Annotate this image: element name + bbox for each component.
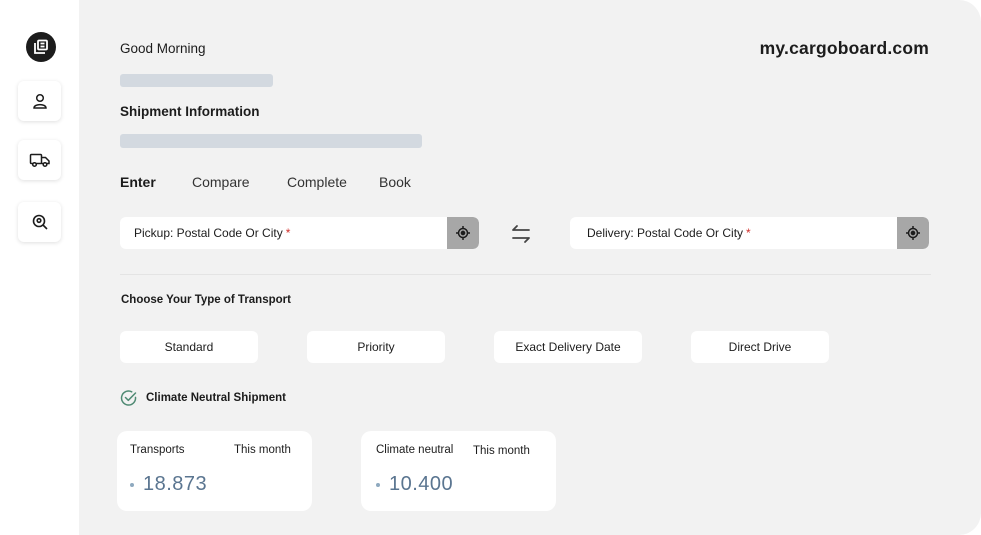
section-title: Shipment Information [120, 104, 260, 119]
divider [120, 274, 931, 275]
delivery-label: Delivery: Postal Code Or City [587, 226, 744, 240]
user-icon [32, 93, 47, 109]
required-mark: * [746, 226, 751, 240]
step-complete[interactable]: Complete [287, 174, 347, 190]
step-book[interactable]: Book [379, 174, 411, 190]
sidebar-item-profile[interactable] [18, 81, 61, 121]
stat-value: 10.400 [376, 473, 453, 496]
climate-neutral-toggle[interactable]: Climate Neutral Shipment [120, 389, 286, 407]
pickup-field[interactable]: Pickup: Postal Code Or City * [120, 217, 479, 249]
transport-title: Choose Your Type of Transport [121, 294, 291, 306]
sidebar-item-track[interactable] [18, 202, 61, 242]
stat-value-text: 10.400 [389, 473, 454, 495]
stat-period: This month [473, 445, 530, 457]
placeholder-bar [120, 134, 422, 148]
bullet-dot [376, 482, 380, 487]
transport-option-priority[interactable]: Priority [307, 331, 445, 363]
stat-label: Transports [130, 444, 185, 456]
stat-value: 18.873 [130, 473, 207, 496]
swap-arrows-icon[interactable] [510, 222, 532, 251]
delivery-locate-button[interactable] [897, 217, 929, 249]
required-mark: * [285, 226, 291, 240]
climate-neutral-label: Climate Neutral Shipment [146, 392, 286, 404]
bullet-dot [130, 482, 134, 487]
locate-icon [456, 226, 470, 240]
site-domain: my.cargoboard.com [759, 38, 929, 58]
check-circle-icon [120, 390, 137, 406]
stat-card-transports: Transports This month 18.873 [117, 431, 312, 511]
transport-option-exact-date[interactable]: Exact Delivery Date [494, 331, 642, 363]
stat-label: Climate neutral [376, 444, 454, 456]
logo-icon[interactable] [26, 32, 56, 62]
pickup-locate-button[interactable] [447, 217, 479, 249]
placeholder-bar [120, 74, 273, 87]
location-search-icon [32, 214, 48, 230]
delivery-field[interactable]: Delivery: Postal Code Or City * [570, 217, 929, 249]
transport-option-direct-drive[interactable]: Direct Drive [691, 331, 829, 363]
locate-icon [906, 226, 920, 240]
sidebar [0, 0, 79, 535]
main-panel: Good Morning my.cargoboard.com Shipment … [79, 0, 981, 535]
stat-value-text: 18.873 [143, 473, 208, 495]
step-compare[interactable]: Compare [192, 174, 250, 190]
transport-option-standard[interactable]: Standard [120, 331, 258, 363]
truck-icon [29, 153, 50, 168]
pickup-label: Pickup: Postal Code Or City [134, 226, 283, 240]
stat-period: This month [234, 444, 291, 456]
greeting: Good Morning [120, 41, 206, 56]
sidebar-item-transport[interactable] [18, 140, 61, 180]
step-enter[interactable]: Enter [120, 174, 156, 190]
stat-card-climate-neutral: Climate neutral This month 10.400 [361, 431, 556, 511]
